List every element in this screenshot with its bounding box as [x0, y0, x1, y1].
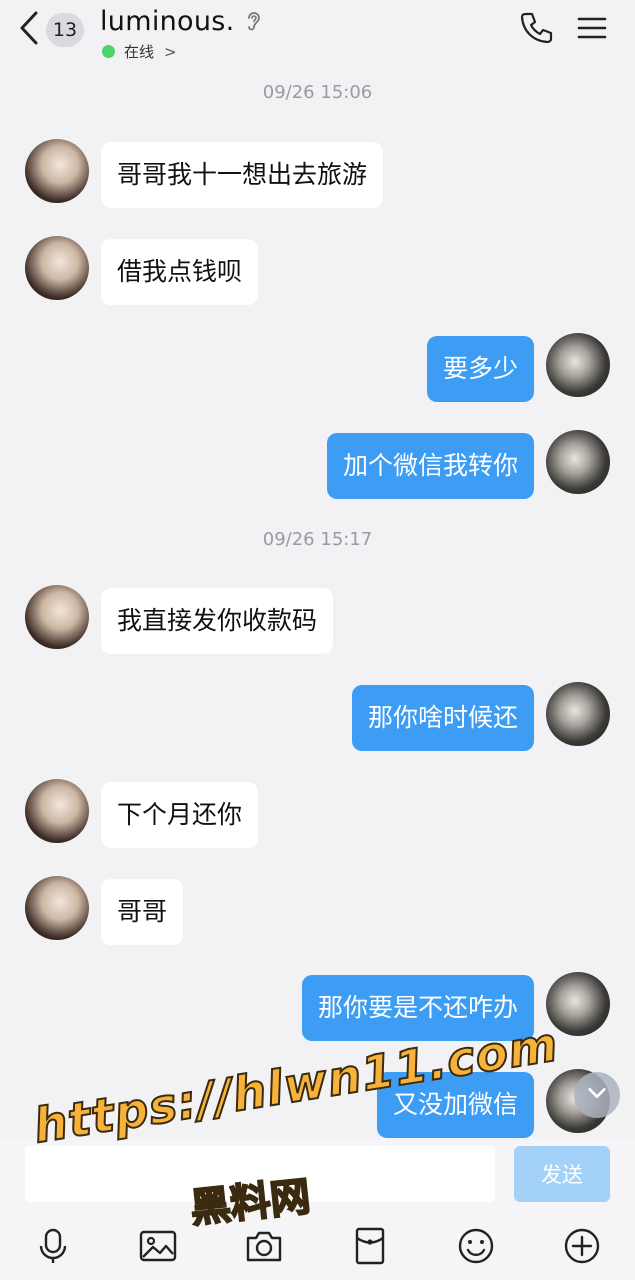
contact-avatar[interactable]	[25, 779, 89, 843]
online-status: 在线 >	[102, 41, 263, 62]
menu-button[interactable]	[576, 12, 608, 44]
composer-toolbar	[0, 1218, 635, 1274]
chat-header: 13 luminous. 在线 >	[0, 0, 635, 70]
my-avatar[interactable]	[546, 333, 610, 397]
back-icon	[18, 10, 40, 50]
message-bubble-outgoing[interactable]: 加个微信我转你	[326, 433, 534, 499]
my-avatar[interactable]	[546, 430, 610, 494]
online-dot	[102, 45, 115, 58]
timestamp: 09/26 15:06	[262, 82, 373, 103]
message-row: 要多少	[0, 333, 635, 402]
message-bubble-outgoing[interactable]: 要多少	[426, 336, 534, 402]
contact-avatar[interactable]	[25, 139, 89, 203]
contact-avatar[interactable]	[25, 876, 89, 940]
phone-button[interactable]	[518, 10, 554, 46]
send-button[interactable]: 发送	[514, 1146, 610, 1202]
message-row: 哥哥	[0, 876, 635, 945]
message-bubble-incoming[interactable]: 下个月还你	[101, 782, 259, 848]
message-bubble-incoming[interactable]: 哥哥	[101, 879, 184, 945]
message-bubble-incoming[interactable]: 我直接发你收款码	[101, 588, 334, 654]
message-bubble-incoming[interactable]: 借我点钱呗	[101, 239, 259, 305]
my-avatar[interactable]	[546, 682, 610, 746]
camera-icon[interactable]	[244, 1226, 284, 1266]
back-button[interactable]: 13	[18, 10, 98, 50]
phone-icon	[518, 12, 554, 50]
message-row: 哥哥我十一想出去旅游	[0, 139, 635, 208]
message-list[interactable]: 09/26 15:06 哥哥我十一想出去旅游 借我点钱呗 要多少 加个微信我转你…	[0, 70, 635, 1138]
mic-icon[interactable]	[33, 1226, 73, 1266]
message-bubble-outgoing[interactable]: 那你啥时候还	[351, 685, 534, 751]
contact-info[interactable]: luminous. 在线 >	[100, 6, 263, 62]
status-text: 在线	[124, 43, 155, 61]
message-row: 那你啥时候还	[0, 682, 635, 751]
emoji-icon[interactable]	[456, 1226, 496, 1266]
scroll-to-bottom-button[interactable]	[574, 1072, 620, 1118]
status-chevron: >	[164, 42, 177, 61]
message-row: 加个微信我转你	[0, 430, 635, 499]
composer: 发送	[0, 1138, 635, 1280]
unread-badge: 13	[46, 13, 84, 47]
chevron-down-icon	[586, 1082, 608, 1108]
message-row: 下个月还你	[0, 779, 635, 848]
red-packet-icon[interactable]	[350, 1226, 390, 1266]
menu-icon	[576, 17, 608, 48]
message-row: 借我点钱呗	[0, 236, 635, 305]
plus-icon[interactable]	[562, 1226, 602, 1266]
my-avatar[interactable]	[546, 972, 610, 1036]
contact-avatar[interactable]	[25, 236, 89, 300]
ear-icon	[245, 9, 263, 35]
message-row: 我直接发你收款码	[0, 585, 635, 654]
contact-avatar[interactable]	[25, 585, 89, 649]
contact-name: luminous.	[100, 6, 235, 37]
message-bubble-incoming[interactable]: 哥哥我十一想出去旅游	[101, 142, 384, 208]
image-icon[interactable]	[138, 1226, 178, 1266]
timestamp: 09/26 15:17	[262, 529, 373, 550]
